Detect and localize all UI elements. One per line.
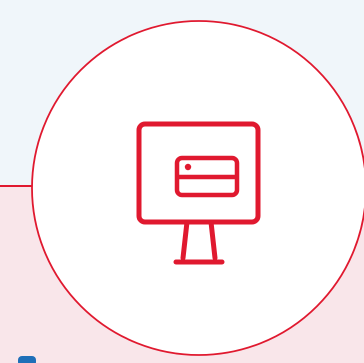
edge-tab bbox=[18, 356, 36, 363]
circle-graphic bbox=[31, 20, 364, 356]
credit-card-chip bbox=[184, 163, 192, 171]
feature-circle bbox=[31, 20, 364, 356]
illustration-canvas bbox=[0, 0, 364, 363]
